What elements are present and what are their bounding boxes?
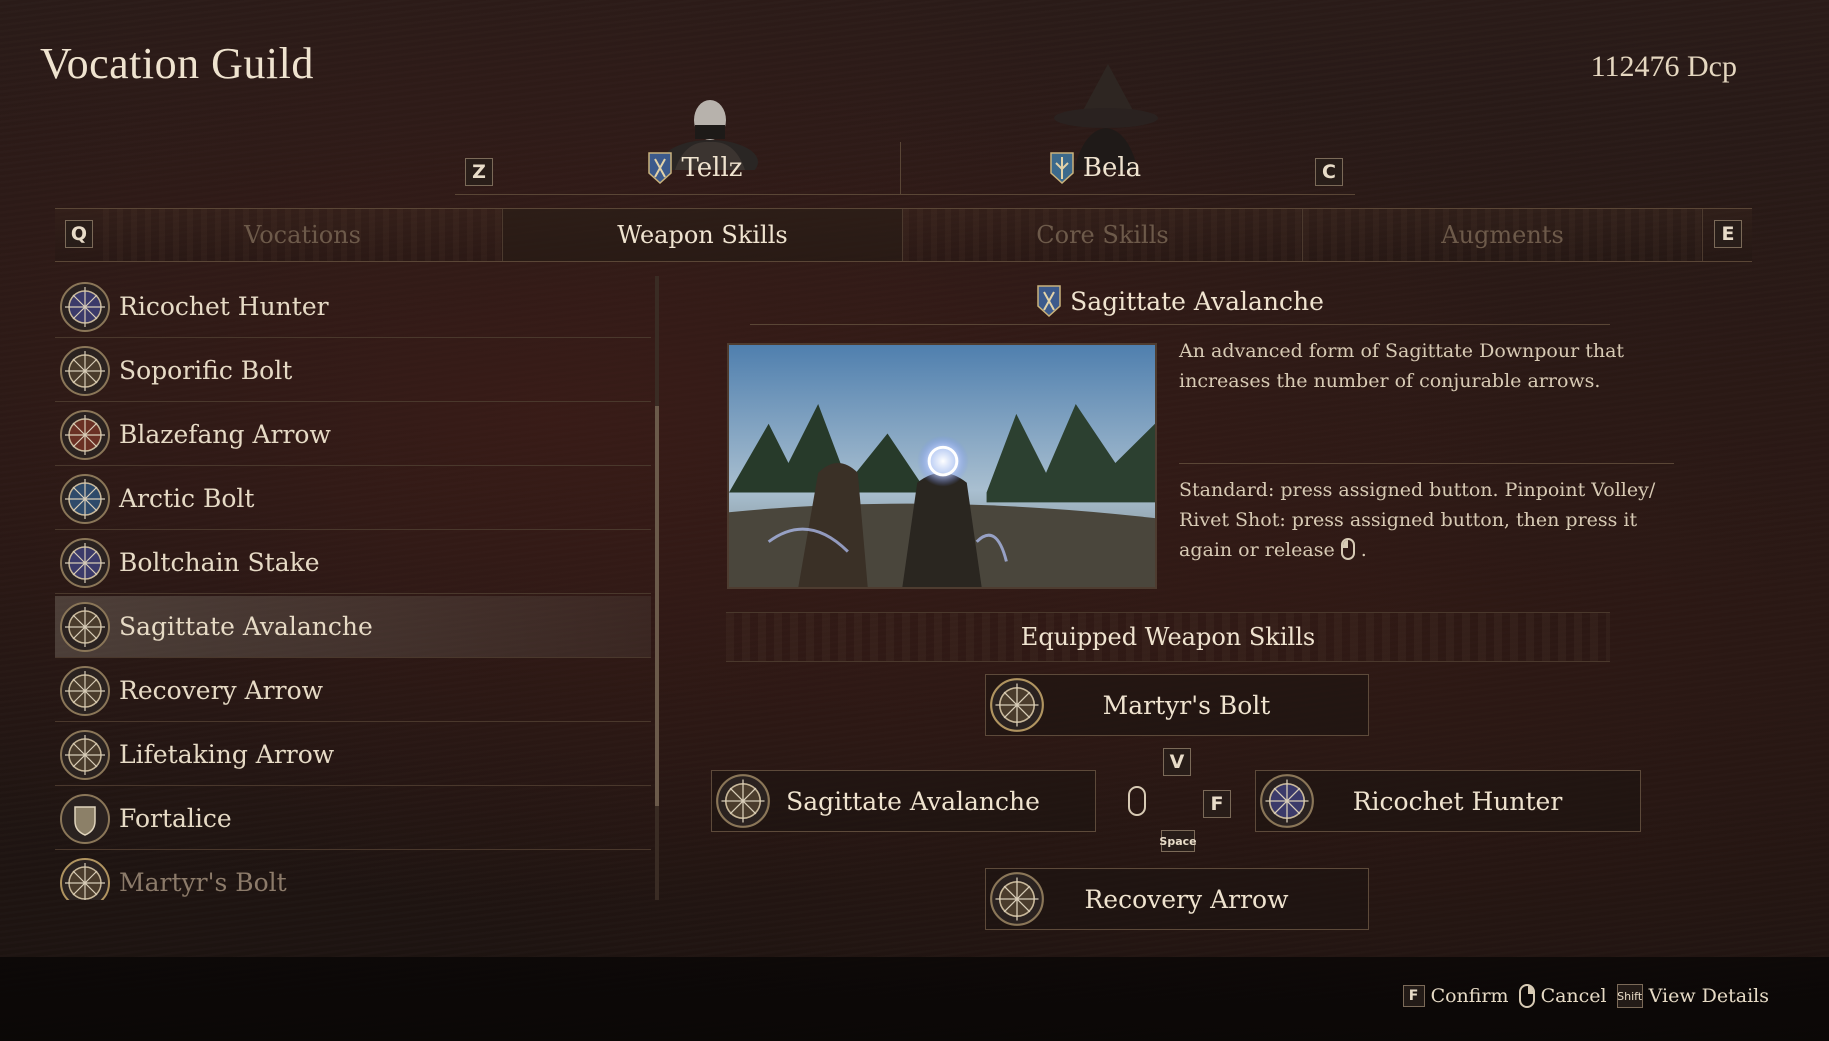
skill-list-scrollbar[interactable]	[655, 276, 659, 900]
skill-item-label: Recovery Arrow	[119, 676, 324, 705]
prev-tab-key[interactable]: Q	[65, 220, 93, 248]
mouse-right-button-icon	[1518, 984, 1535, 1008]
mouse-right-button-icon	[1340, 538, 1355, 560]
shield-icon	[60, 793, 110, 844]
skill-item-martyrs-bolt[interactable]: Martyr's Bolt	[55, 852, 651, 900]
equipped-slot-label: Ricochet Hunter	[1352, 786, 1563, 816]
equipped-slot-label: Martyr's Bolt	[1102, 690, 1271, 720]
skill-item-label: Lifetaking Arrow	[119, 740, 335, 769]
confirm-hint[interactable]: F Confirm	[1402, 985, 1509, 1007]
gold-crosshair-icon	[990, 872, 1044, 926]
key-hint-up: V	[1163, 748, 1191, 776]
equipped-slot-label: Sagittate Avalanche	[786, 786, 1040, 816]
skill-item-label: Ricochet Hunter	[119, 292, 329, 321]
skill-item-sagittate-avalanche[interactable]: Sagittate Avalanche	[55, 596, 651, 658]
gold-crosshair-icon	[990, 678, 1044, 732]
skill-item-lifetaking-arrow[interactable]: Lifetaking Arrow	[55, 724, 651, 786]
confirm-key: F	[1402, 985, 1425, 1007]
blue-crosshair-icon	[60, 537, 110, 588]
gold-crosshair-icon	[716, 774, 770, 828]
skill-item-label: Sagittate Avalanche	[119, 612, 373, 641]
currency-display: 112476 Dcp	[1590, 50, 1737, 83]
skill-item-blazefang-arrow[interactable]: Blazefang Arrow	[55, 404, 651, 466]
skill-usage-instructions: Standard: press assigned button. Pinpoin…	[1179, 475, 1679, 565]
usage-text: Standard: press assigned button. Pinpoin…	[1179, 479, 1656, 561]
next-tab-key[interactable]: E	[1714, 220, 1742, 248]
footer-bar: F Confirm Cancel Shift View Details	[0, 957, 1829, 1041]
cancel-hint[interactable]: Cancel	[1518, 984, 1607, 1008]
party-member-tellz[interactable]: Tellz	[515, 142, 875, 194]
vocation-guild-screen: Vocation Guild 112476 Dcp Z C Tellz Bela…	[0, 0, 1829, 1041]
equipped-slot-label: Recovery Arrow	[1084, 884, 1289, 914]
description-divider	[1179, 463, 1674, 464]
red-crosshair-icon	[60, 409, 110, 460]
view-details-label: View Details	[1648, 985, 1769, 1007]
skill-item-recovery-arrow[interactable]: Recovery Arrow	[55, 660, 651, 722]
equipped-weapon-skills-heading: Equipped Weapon Skills	[726, 612, 1610, 662]
skill-item-fortalice[interactable]: Fortalice	[55, 788, 651, 850]
skill-item-label: Soporific Bolt	[119, 356, 293, 385]
key-hint-right: F	[1203, 790, 1231, 818]
weapon-skill-list: Ricochet Hunter Soporific Bolt Blazefang…	[55, 276, 651, 900]
confirm-label: Confirm	[1430, 985, 1509, 1007]
equipped-slot-right[interactable]: Ricochet Hunter	[1255, 770, 1641, 832]
party-member-name: Tellz	[681, 153, 743, 183]
gold-crosshair-icon	[60, 345, 110, 396]
tab-weapon-skills[interactable]: Weapon Skills	[503, 209, 903, 261]
skill-preview-image	[727, 343, 1157, 589]
scrollbar-thumb[interactable]	[655, 406, 659, 806]
shift-key: Shift	[1616, 984, 1643, 1008]
party-divider	[900, 142, 901, 194]
gold-crosshair-icon	[60, 857, 110, 900]
skill-detail-title: Sagittate Avalanche	[1070, 286, 1324, 316]
equipped-slot-bottom[interactable]: Recovery Arrow	[985, 868, 1369, 930]
blue-crosshair-icon	[1260, 774, 1314, 828]
skill-item-label: Fortalice	[119, 804, 232, 833]
skill-item-label: Arctic Bolt	[119, 484, 255, 513]
party-member-name: Bela	[1082, 153, 1142, 183]
pawn-emblem-icon	[1050, 152, 1074, 185]
skill-item-label: Martyr's Bolt	[119, 868, 287, 897]
tab-vocations[interactable]: Vocations	[103, 209, 503, 261]
key-hint-down: Space	[1159, 830, 1197, 852]
party-selector: Tellz Bela	[455, 142, 1355, 195]
tab-core-skills[interactable]: Core Skills	[903, 209, 1303, 261]
cancel-label: Cancel	[1540, 985, 1607, 1007]
skill-item-label: Blazefang Arrow	[119, 420, 331, 449]
page-title: Vocation Guild	[40, 39, 314, 88]
equipped-slot-top[interactable]: Martyr's Bolt	[985, 674, 1369, 736]
equipped-slot-left[interactable]: Sagittate Avalanche	[711, 770, 1096, 832]
skill-item-arctic-bolt[interactable]: Arctic Bolt	[55, 468, 651, 530]
gold-crosshair-icon	[60, 601, 110, 652]
skill-detail-header: Sagittate Avalanche	[750, 278, 1610, 325]
tab-augments[interactable]: Augments	[1303, 209, 1703, 261]
mouse-left-button-icon	[1128, 786, 1146, 816]
view-details-hint[interactable]: Shift View Details	[1616, 984, 1769, 1008]
tab-bar: Vocations Weapon Skills Core Skills Augm…	[55, 208, 1752, 262]
arisen-emblem-icon	[1037, 285, 1061, 318]
party-member-bela[interactable]: Bela	[925, 142, 1265, 194]
skill-description: An advanced form of Sagittate Downpour t…	[1179, 340, 1625, 392]
skill-item-boltchain-stake[interactable]: Boltchain Stake	[55, 532, 651, 594]
blue-crosshair-icon	[60, 473, 110, 524]
footer-hints: F Confirm Cancel Shift View Details	[1402, 984, 1769, 1008]
equipped-heading-label: Equipped Weapon Skills	[1020, 623, 1316, 651]
gold-crosshair-icon	[60, 665, 110, 716]
blue-crosshair-icon	[60, 281, 110, 332]
usage-text-end: .	[1360, 539, 1367, 561]
skill-item-label: Boltchain Stake	[119, 548, 320, 577]
gold-crosshair-icon	[60, 729, 110, 780]
arisen-emblem-icon	[648, 152, 673, 185]
skill-item-soporific-bolt[interactable]: Soporific Bolt	[55, 340, 651, 402]
skill-item-ricochet-hunter[interactable]: Ricochet Hunter	[55, 276, 651, 338]
